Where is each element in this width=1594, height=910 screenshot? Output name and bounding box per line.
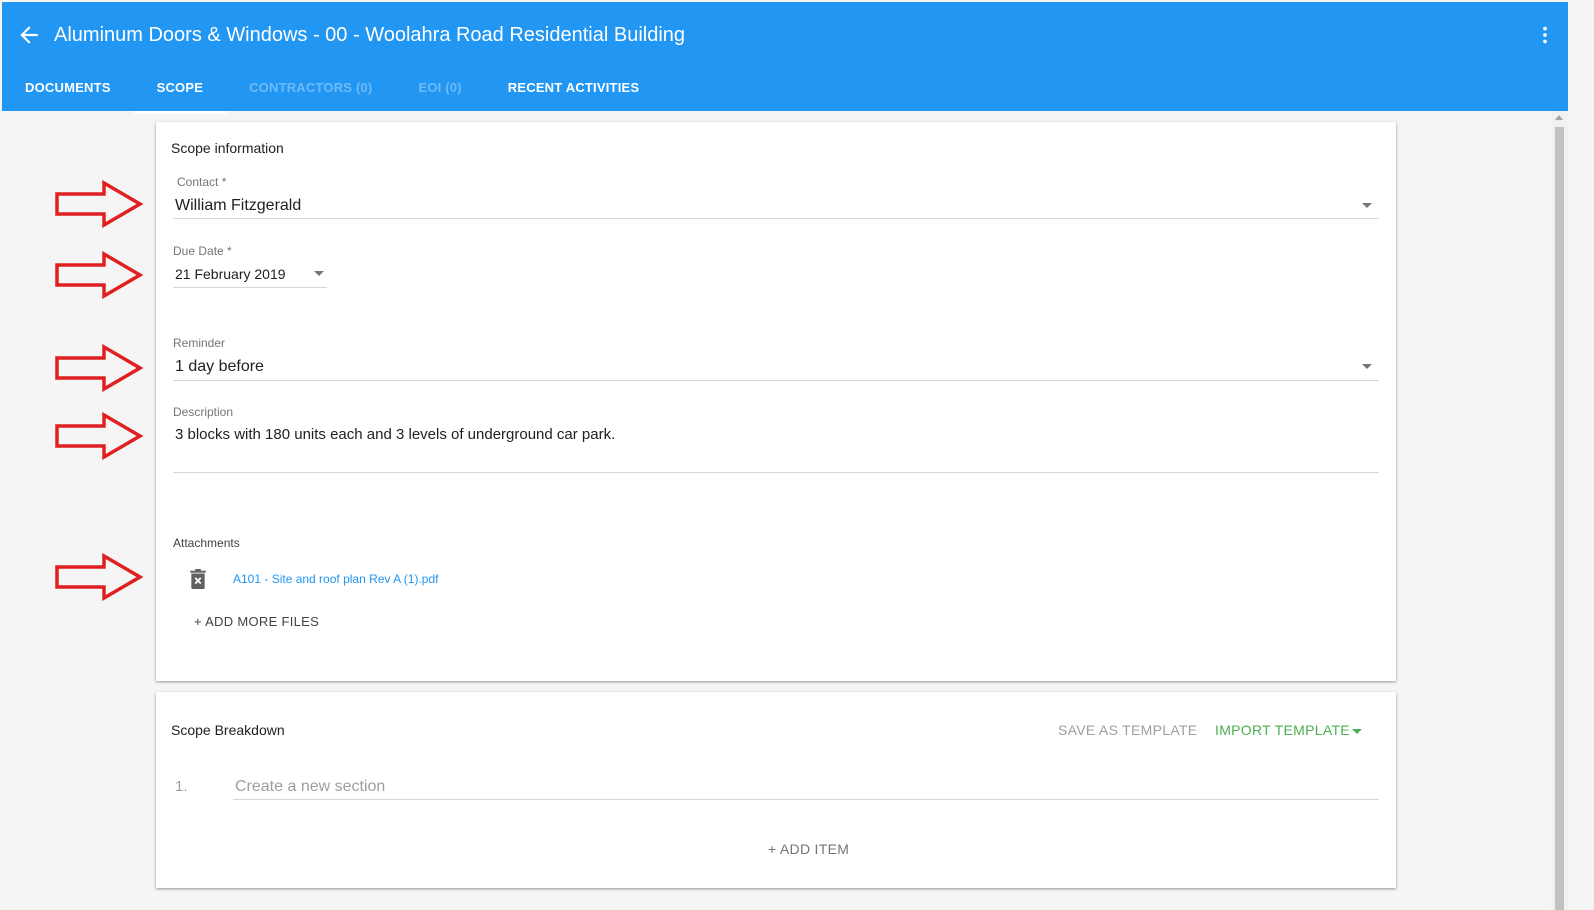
reminder-label: Reminder <box>173 336 226 350</box>
chevron-down-icon[interactable] <box>1362 364 1372 369</box>
new-section-input[interactable]: Create a new section <box>235 778 385 796</box>
tab-documents[interactable]: DOCUMENTS <box>2 68 134 111</box>
app-bar: Aluminum Doors & Windows - 00 - Woolahra… <box>2 2 1568 114</box>
tab-recent-activities[interactable]: RECENT ACTIVITIES <box>485 68 662 111</box>
description-label: Description <box>173 405 234 419</box>
tab-contractors: CONTRACTORS (0) <box>249 80 373 95</box>
due-date-underline <box>173 287 327 288</box>
reminder-select[interactable]: 1 day before <box>175 358 264 376</box>
attachment-file-link[interactable]: A101 - Site and roof plan Rev A (1).pdf <box>233 572 438 586</box>
tab-bar: DOCUMENTS SCOPE CONTRACTORS (0) EOI (0) … <box>2 68 662 114</box>
scrollbar-thumb[interactable] <box>1555 127 1564 910</box>
description-textarea[interactable]: 3 blocks with 180 units each and 3 level… <box>175 426 615 443</box>
page-title: Aluminum Doors & Windows - 00 - Woolahra… <box>54 24 686 46</box>
card-title: Scope information <box>171 140 284 156</box>
attachments-label: Attachments <box>173 536 240 550</box>
arrow-left-icon[interactable] <box>16 22 42 48</box>
annotation-arrow-icon <box>55 251 144 299</box>
annotation-arrow-icon <box>55 344 144 392</box>
contact-label: Contact * <box>177 175 227 189</box>
section-number: 1. <box>175 778 188 795</box>
add-item-button[interactable]: + ADD ITEM <box>768 841 849 857</box>
tab-eoi: EOI (0) <box>418 80 462 95</box>
contact-underline <box>173 218 1379 219</box>
scope-information-card: Scope information Contact * William Fitz… <box>156 122 1396 681</box>
description-underline <box>173 472 1379 473</box>
annotation-arrow-icon <box>55 180 144 228</box>
tab-scope[interactable]: SCOPE <box>133 68 227 114</box>
more-vertical-icon[interactable] <box>1534 22 1556 48</box>
scrollbar[interactable] <box>1551 111 1568 910</box>
due-date-picker[interactable]: 21 February 2019 <box>175 266 286 282</box>
scroll-up-arrow-icon[interactable] <box>1555 115 1563 120</box>
card-title: Scope Breakdown <box>171 722 285 738</box>
chevron-down-icon[interactable] <box>314 271 324 276</box>
contact-select[interactable]: William Fitzgerald <box>175 197 301 215</box>
scope-breakdown-card: Scope Breakdown SAVE AS TEMPLATE IMPORT … <box>156 692 1396 888</box>
due-date-label: Due Date * <box>173 244 232 258</box>
trash-icon[interactable] <box>190 569 206 589</box>
import-template-button[interactable]: IMPORT TEMPLATE <box>1215 722 1350 738</box>
add-more-files-button[interactable]: + ADD MORE FILES <box>194 614 319 629</box>
chevron-down-icon[interactable] <box>1362 203 1372 208</box>
reminder-underline <box>173 380 1379 381</box>
save-as-template-button[interactable]: SAVE AS TEMPLATE <box>1058 722 1197 738</box>
new-section-underline <box>233 799 1379 800</box>
annotation-arrow-icon <box>55 553 144 601</box>
annotation-arrow-icon <box>55 412 144 460</box>
chevron-down-icon[interactable] <box>1352 729 1362 734</box>
